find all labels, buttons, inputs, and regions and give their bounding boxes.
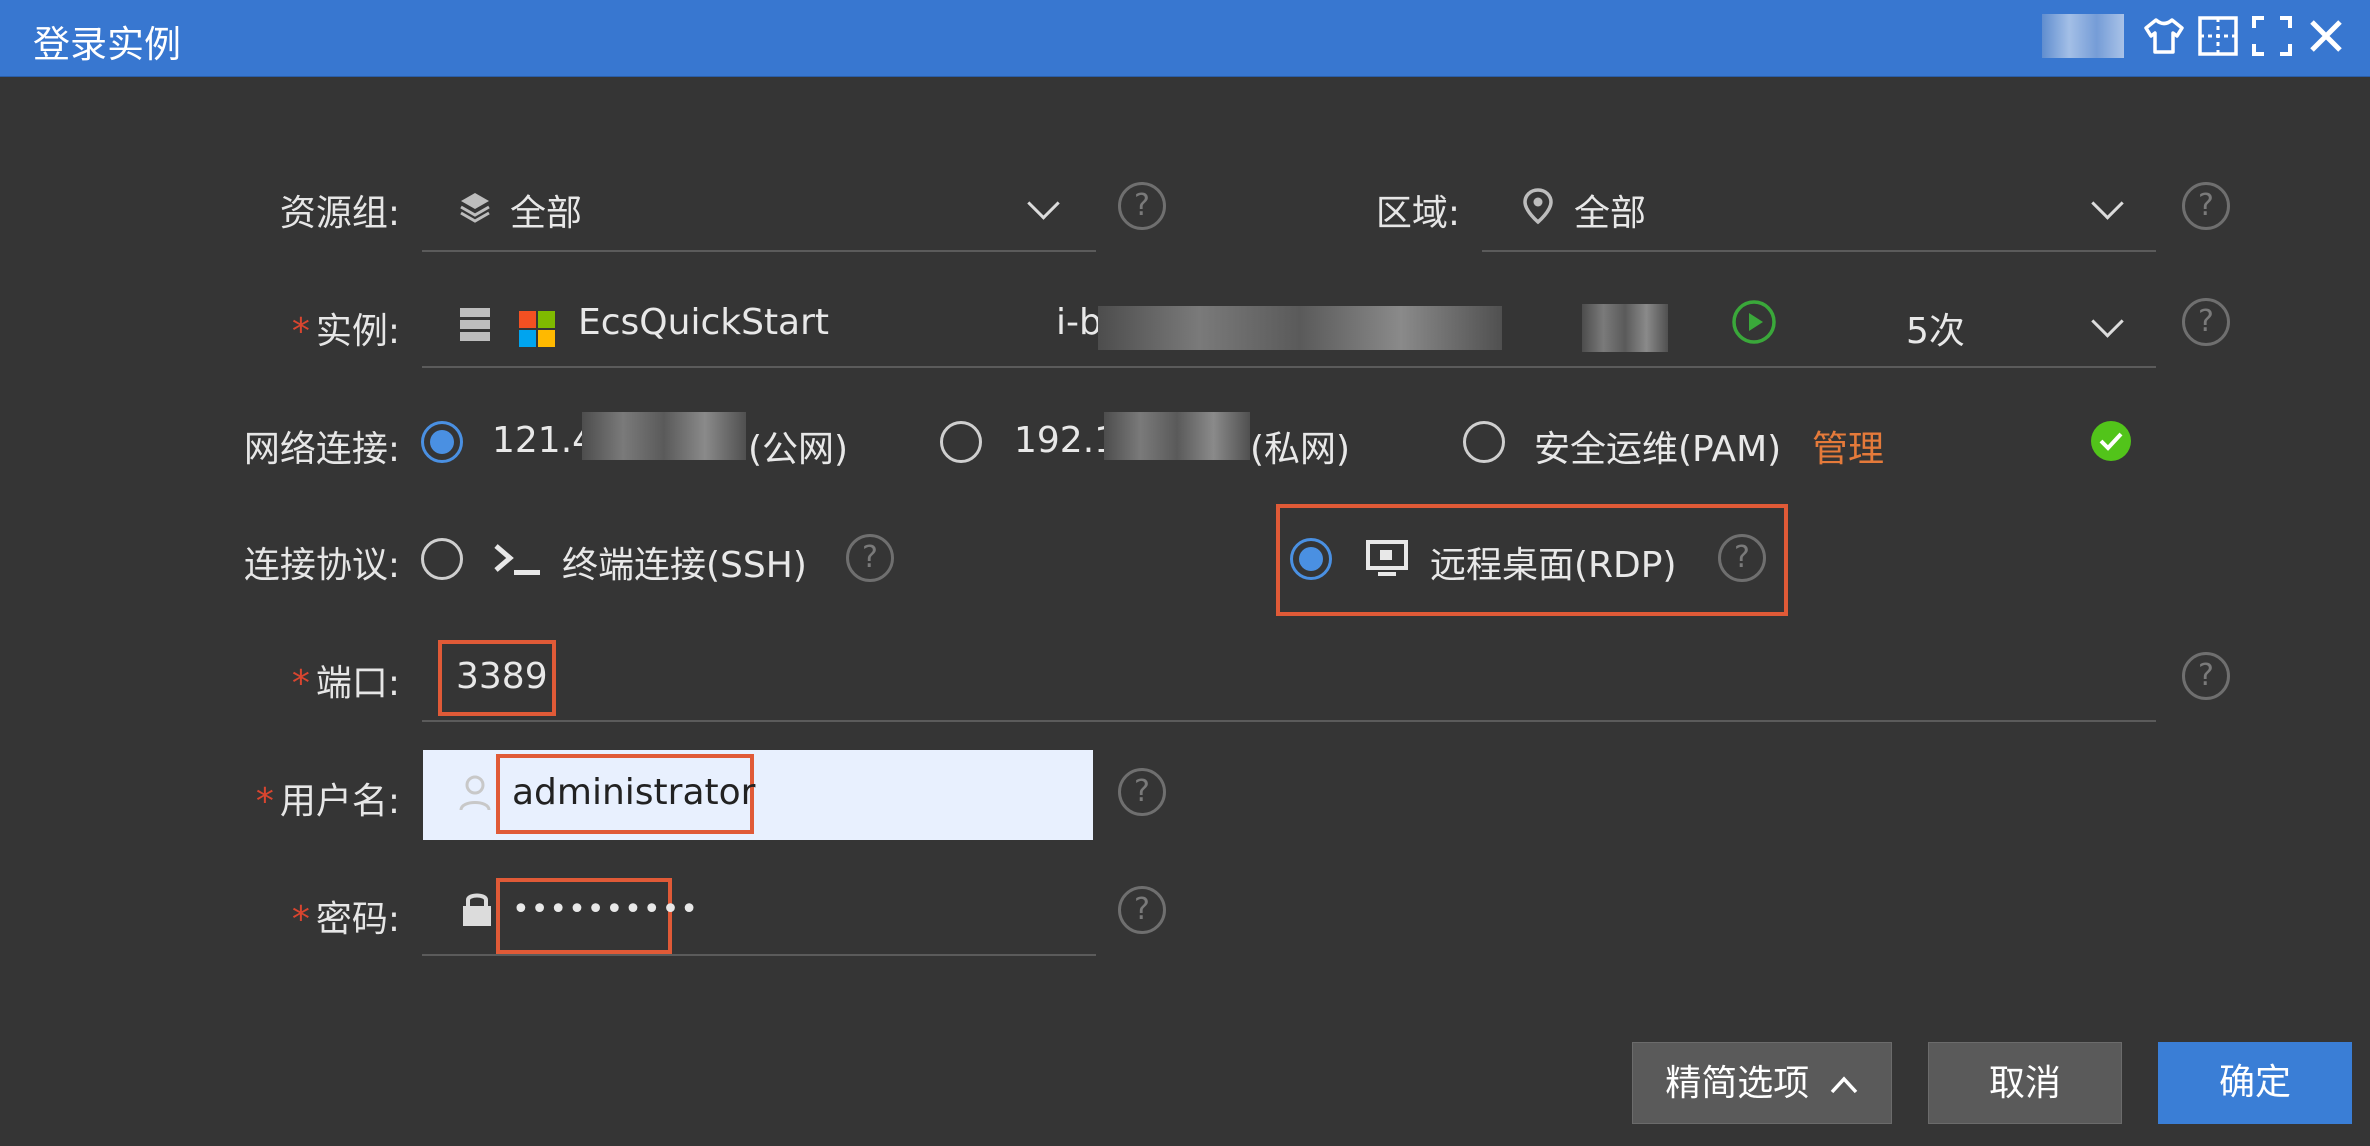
- public-ip-prefix[interactable]: 121.4: [492, 420, 595, 461]
- required-mark: *: [291, 899, 310, 940]
- grid-icon[interactable]: [2196, 14, 2240, 58]
- password-label-text: 密码:: [315, 899, 400, 940]
- check-circle-icon: [2091, 421, 2131, 461]
- simplify-options-label: 精简选项: [1665, 1063, 1810, 1104]
- lock-icon: [463, 893, 491, 926]
- chevron-up-icon: [1830, 1076, 1858, 1094]
- required-mark: *: [291, 311, 310, 352]
- skin-icon[interactable]: [2142, 14, 2186, 58]
- title-bar: 登录实例: [0, 0, 2370, 77]
- password-help-icon[interactable]: ?: [1118, 886, 1166, 934]
- username-help-icon[interactable]: ?: [1118, 768, 1166, 816]
- region-chevron-down-icon[interactable]: [2091, 187, 2124, 220]
- public-ip-redacted: [582, 412, 746, 460]
- public-ip-suffix: (公网): [748, 429, 849, 470]
- ssh-label[interactable]: 终端连接(SSH): [562, 536, 807, 588]
- instance-name[interactable]: EcsQuickStart: [578, 302, 829, 343]
- required-mark: *: [255, 781, 274, 822]
- pam-label[interactable]: 安全运维(PAM): [1534, 420, 1781, 472]
- ssh-help-icon[interactable]: ?: [846, 534, 894, 582]
- private-network-radio[interactable]: [940, 421, 982, 463]
- region-value[interactable]: 全部: [1574, 184, 1646, 236]
- private-ip-prefix[interactable]: 192.1: [1014, 420, 1117, 461]
- region-help-icon[interactable]: ?: [2182, 182, 2230, 230]
- instance-chevron-down-icon[interactable]: [2091, 305, 2124, 338]
- instance-label-text: 实例:: [315, 311, 400, 352]
- resource-group-value[interactable]: 全部: [510, 184, 582, 236]
- layers-icon: [460, 193, 490, 223]
- resource-group-chevron-down-icon[interactable]: [1027, 187, 1060, 220]
- password-input[interactable]: ••••••••••: [512, 892, 699, 927]
- location-pin-icon: [1523, 188, 1553, 225]
- username-label-text: 用户名:: [279, 781, 400, 822]
- password-underline: [422, 954, 1096, 956]
- windows-logo-icon: [519, 311, 555, 347]
- confirm-button[interactable]: 确定: [2158, 1042, 2352, 1124]
- port-underline: [422, 720, 2156, 722]
- public-network-radio[interactable]: [421, 421, 463, 463]
- window-title: 登录实例: [33, 23, 181, 66]
- instance-label: * 实例:: [160, 302, 400, 354]
- instance-id-redacted: [1098, 306, 1502, 350]
- password-label: * 密码:: [160, 890, 400, 942]
- cancel-button[interactable]: 取消: [1928, 1042, 2122, 1124]
- ssh-radio[interactable]: [421, 538, 463, 580]
- blurred-avatar: [2042, 14, 2124, 58]
- server-icon: [460, 308, 490, 341]
- login-count: 5次: [1906, 311, 1965, 352]
- user-icon: [459, 775, 491, 811]
- port-label-text: 端口:: [315, 663, 400, 704]
- pam-radio[interactable]: [1463, 421, 1505, 463]
- private-ip-suffix: (私网): [1250, 429, 1351, 470]
- rdp-label[interactable]: 远程桌面(RDP): [1430, 536, 1677, 588]
- instance-help-icon[interactable]: ?: [2182, 298, 2230, 346]
- simplify-options-button[interactable]: 精简选项: [1632, 1042, 1892, 1124]
- region-select[interactable]: [1482, 250, 2156, 252]
- close-icon[interactable]: [2304, 14, 2348, 58]
- rdp-radio[interactable]: [1290, 538, 1332, 580]
- fullscreen-icon[interactable]: [2250, 14, 2294, 58]
- port-input[interactable]: 3389: [456, 656, 548, 697]
- terminal-icon: [494, 544, 540, 575]
- resource-group-label: 资源组:: [279, 193, 400, 234]
- resource-group-select[interactable]: [422, 250, 1096, 252]
- port-label: * 端口:: [160, 654, 400, 706]
- rdp-help-icon[interactable]: ?: [1718, 534, 1766, 582]
- instance-status-redacted: [1582, 304, 1668, 352]
- private-ip-redacted: [1104, 412, 1250, 460]
- region-label: 区域:: [1375, 193, 1460, 234]
- network-label: 网络连接:: [243, 429, 400, 470]
- remote-desktop-icon: [1366, 540, 1408, 576]
- instance-select[interactable]: [422, 366, 2156, 368]
- resource-group-help-icon[interactable]: ?: [1118, 182, 1166, 230]
- username-label: * 用户名:: [160, 772, 400, 824]
- instance-id: i-b: [1056, 302, 1102, 343]
- port-help-icon[interactable]: ?: [2182, 652, 2230, 700]
- protocol-label: 连接协议:: [243, 545, 400, 586]
- pam-manage-link[interactable]: 管理: [1812, 420, 1884, 472]
- play-circle-icon: [1732, 300, 1776, 344]
- required-mark: *: [291, 663, 310, 704]
- username-input[interactable]: administrator: [512, 772, 755, 813]
